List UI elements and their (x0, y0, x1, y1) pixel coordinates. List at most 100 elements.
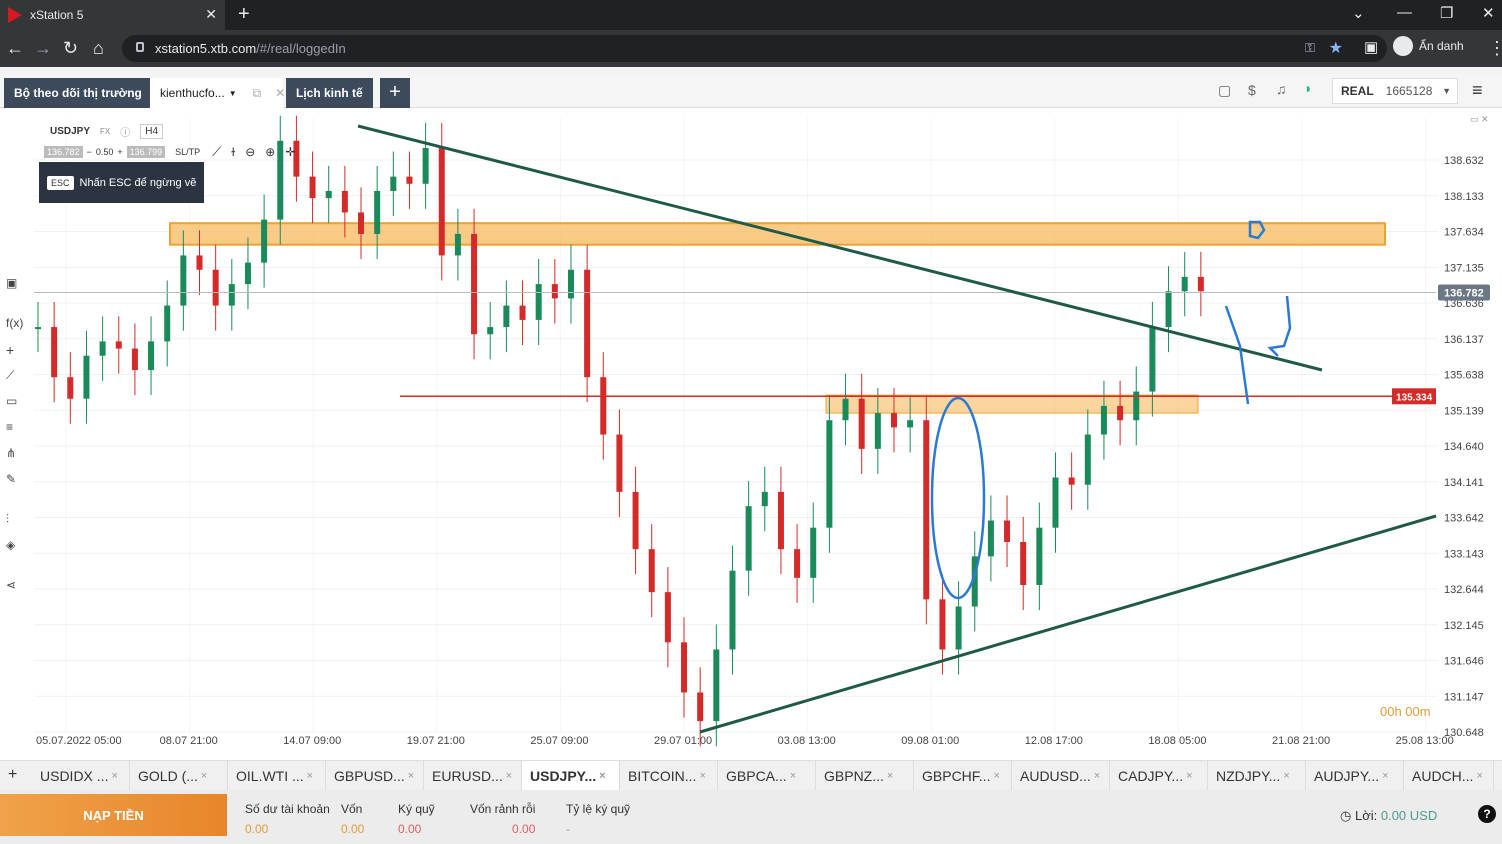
instrument-tab[interactable]: GBPCHF... × (914, 761, 1012, 791)
instrument-close-icon[interactable]: × (599, 770, 605, 782)
share-icon[interactable]: ⋖ (6, 578, 16, 592)
layout-icon[interactable]: ▢ (1218, 82, 1231, 99)
chart-canvas[interactable]: 138.632138.133137.634137.135136.636136.1… (0, 108, 1502, 760)
pitchfork-tool-icon[interactable]: ⋔ (6, 446, 16, 460)
instrument-close-icon[interactable]: × (887, 770, 893, 782)
compare-icon[interactable]: ⫶ (6, 512, 9, 527)
deposit-button[interactable]: NẠP TIỀN (0, 794, 227, 836)
instrument-close-icon[interactable]: × (408, 770, 414, 782)
instrument-tab[interactable]: GBPCA... × (718, 761, 816, 791)
bookmark-star-icon[interactable]: ★ (1329, 38, 1343, 58)
ask-price[interactable]: 136.799 (126, 146, 166, 158)
dropdown-arrow-icon[interactable]: ▼ (229, 89, 237, 98)
instrument-tab[interactable]: GBPUSD... × (326, 761, 424, 791)
indicators-icon[interactable]: ɫ (231, 145, 235, 159)
candle-body (358, 212, 365, 234)
zoom-in-icon[interactable]: ⊕ (265, 145, 275, 159)
profile-button[interactable]: Ẩn danh (1393, 36, 1464, 56)
instrument-tab[interactable]: AUDCH... × (1404, 761, 1494, 791)
browser-titlebar: xStation 5 ✕ + ⌄ — ❐ ✕ (0, 0, 1502, 30)
instrument-close-icon[interactable]: × (1094, 770, 1100, 782)
instrument-tab[interactable]: EURUSD... × (424, 761, 522, 791)
chart-window-controls[interactable]: ▭ ✕ (1470, 114, 1489, 125)
zoom-out-icon[interactable]: ⊖ (245, 145, 255, 159)
instrument-close-icon[interactable]: × (790, 770, 796, 782)
volume-decrease[interactable]: − (87, 147, 92, 157)
function-icon[interactable]: f(x) (6, 316, 23, 330)
instrument-close-icon[interactable]: × (1186, 770, 1192, 782)
volume-increase[interactable]: + (117, 147, 122, 157)
instrument-tab[interactable]: AUDUSD... × (1012, 761, 1110, 791)
tab-workspace[interactable]: kienthucfo... ▼ ⧉ ✕ (150, 78, 285, 108)
timeframe-selector[interactable]: H4 (140, 124, 164, 139)
add-instrument-button[interactable]: + (8, 766, 17, 784)
instrument-close-icon[interactable]: × (699, 770, 705, 782)
screenshot-icon[interactable]: ▣ (6, 276, 17, 290)
back-icon[interactable]: ← (6, 38, 24, 59)
new-tab-button[interactable]: + (238, 3, 250, 26)
instrument-tab[interactable]: CADJPY... × (1110, 761, 1208, 791)
instrument-label: NZDJPY... (1216, 768, 1281, 784)
y-tick-label: 134.640 (1444, 441, 1484, 453)
instrument-label: OIL.WTI ... (236, 768, 304, 784)
crosshair-icon[interactable]: ✛ (285, 145, 295, 159)
fibonacci-tool-icon[interactable]: ≡ (6, 420, 13, 434)
forward-icon[interactable]: → (34, 38, 52, 59)
add-tab-button[interactable]: + (380, 78, 410, 108)
sltp-button[interactable]: SL/TP (175, 147, 200, 157)
pen-tool-icon[interactable]: ✎ (6, 472, 16, 486)
price-chart[interactable]: 138.632 138.133 137.634 137.135 136.636 136.1… (0, 108, 1502, 760)
instrument-close-icon[interactable]: × (993, 770, 999, 782)
hamburger-menu-icon[interactable]: ≡ (1472, 80, 1483, 101)
close-window-button[interactable]: ✕ (1482, 4, 1495, 22)
maximize-button[interactable]: ❐ (1440, 4, 1453, 22)
instrument-close-icon[interactable]: × (1476, 770, 1482, 782)
instrument-close-icon[interactable]: × (1283, 770, 1289, 782)
volume-value[interactable]: 0.50 (96, 147, 114, 157)
browser-tab[interactable]: xStation 5 ✕ (0, 0, 225, 30)
instrument-label: BITCOIN... (628, 768, 697, 784)
account-selector[interactable]: REAL 1665128 ▼ (1332, 78, 1458, 104)
popout-icon[interactable]: ⧉ (253, 86, 262, 101)
bid-price[interactable]: 136.782 (44, 146, 83, 158)
rectangle-tool-icon[interactable]: ▭ (6, 394, 17, 408)
minimize-button[interactable]: — (1397, 4, 1412, 21)
info-icon[interactable]: ⓘ (120, 124, 130, 139)
key-icon[interactable]: ⚿ (1305, 40, 1315, 56)
sidepanel-icon[interactable]: ▣ (1364, 38, 1378, 56)
instrument-close-icon[interactable]: × (1382, 770, 1388, 782)
candle-body (1100, 405, 1107, 435)
instrument-close-icon[interactable]: × (111, 770, 117, 782)
layers-icon[interactable]: ◈ (6, 538, 15, 552)
instrument-tab[interactable]: AUDJPY... × (1306, 761, 1404, 791)
instrument-tab[interactable]: USDJPY... × (522, 761, 620, 791)
instrument-tab[interactable]: OIL.WTI ... × (228, 761, 326, 791)
line-tool-icon[interactable]: ⟋ (6, 368, 14, 383)
tab-close-icon[interactable]: ✕ (205, 6, 217, 23)
instrument-tab[interactable]: GOLD (... × (130, 761, 228, 791)
tab-market-watch[interactable]: Bộ theo dõi thị trường (4, 78, 152, 108)
home-icon[interactable]: ⌂ (93, 38, 104, 59)
tab-search-icon[interactable]: ⌄ (1352, 4, 1365, 22)
help-button[interactable]: ? (1478, 805, 1496, 823)
candle-body (180, 255, 187, 306)
price-alert-icon[interactable]: $ (1248, 82, 1256, 98)
url-input[interactable]: xstation5.xtb.com/#/real/loggedIn ⚿ ★ (122, 35, 1387, 62)
bell-icon[interactable]: ♫ (1276, 81, 1287, 97)
instrument-close-icon[interactable]: × (506, 770, 512, 782)
symbol-label[interactable]: USDJPY (50, 126, 90, 137)
instrument-tab[interactable]: NZDJPY... × (1208, 761, 1306, 791)
instrument-close-icon[interactable]: × (201, 770, 207, 782)
browser-menu-icon[interactable]: ⋮ (1488, 38, 1502, 59)
reload-icon[interactable]: ↻ (63, 38, 78, 59)
instrument-tab[interactable]: USDIDX ... × (32, 761, 130, 791)
chart-type-icon[interactable]: ⟋ (212, 144, 221, 160)
tab-economic-calendar[interactable]: Lịch kinh tế (286, 78, 373, 108)
x-tick-label: 18.08 05:00 (1148, 735, 1206, 747)
candle-body (907, 420, 914, 428)
instrument-close-icon[interactable]: × (307, 770, 313, 782)
instrument-tab[interactable]: BITCOIN... × (620, 761, 718, 791)
instrument-tab[interactable]: GBPNZ... × (816, 761, 914, 791)
crosshair-tool-icon[interactable]: + (6, 342, 14, 358)
tab-close-icon[interactable]: ✕ (275, 86, 285, 100)
